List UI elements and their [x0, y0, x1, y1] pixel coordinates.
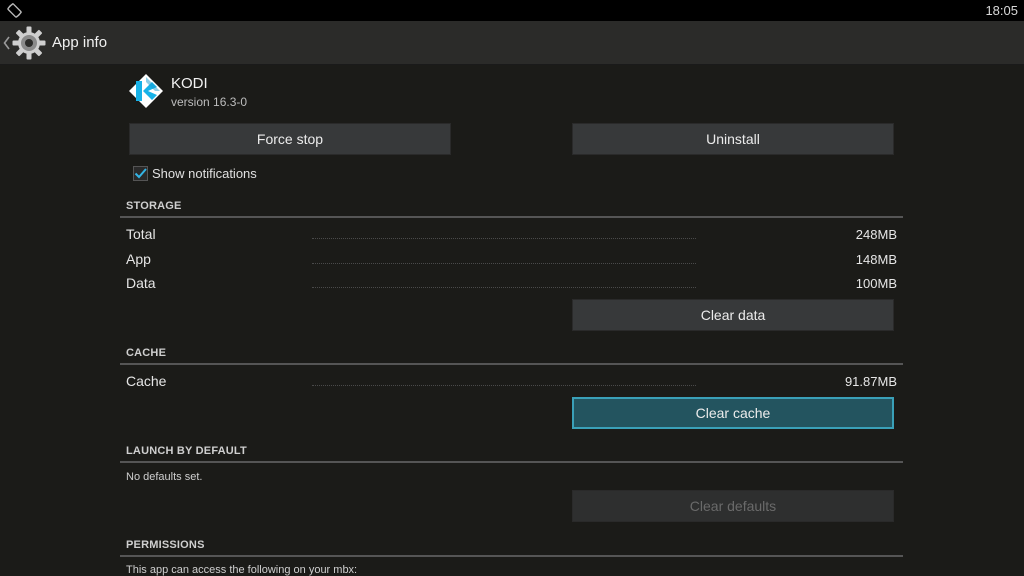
screen-rotation-icon	[7, 3, 22, 18]
app-version: version 16.3-0	[171, 95, 248, 109]
no-defaults-text: No defaults set.	[126, 471, 203, 483]
back-chevron-icon[interactable]	[2, 34, 11, 52]
launch-by-default-section-title: LAUNCH BY DEFAULT	[126, 445, 247, 457]
launch-by-default-divider	[120, 461, 903, 463]
dotted-leader	[312, 238, 696, 239]
cache-value: 91.87MB	[844, 374, 897, 389]
clear-defaults-button: Clear defaults	[572, 490, 894, 522]
clear-data-button[interactable]: Clear data	[572, 299, 894, 331]
show-notifications-label: Show notifications	[152, 166, 257, 181]
permissions-text: This app can access the following on you…	[126, 564, 358, 576]
page-title: App info	[52, 34, 108, 51]
force-stop-button[interactable]: Force stop	[129, 123, 451, 155]
app-name: KODI	[171, 75, 208, 92]
storage-total-label: Total	[126, 226, 156, 242]
permissions-section-title: PERMISSIONS	[126, 539, 205, 551]
dotted-leader	[312, 287, 696, 288]
uninstall-button[interactable]: Uninstall	[572, 123, 894, 155]
dotted-leader	[312, 263, 696, 264]
clock: 18:05	[985, 3, 1018, 18]
dotted-leader	[312, 385, 696, 386]
action-bar: App info	[0, 21, 1024, 65]
cache-section-title: CACHE	[126, 347, 167, 359]
checkmark-icon[interactable]	[133, 166, 148, 181]
permissions-divider	[120, 555, 903, 557]
storage-data-value: 100MB	[855, 276, 897, 291]
cache-label: Cache	[126, 373, 167, 389]
settings-gear-icon[interactable]	[11, 25, 47, 61]
storage-section-title: STORAGE	[126, 200, 182, 212]
storage-total-value: 248MB	[855, 227, 897, 242]
cache-divider	[120, 363, 903, 365]
status-bar: 18:05	[0, 0, 1024, 21]
kodi-logo-icon	[129, 74, 163, 108]
storage-data-label: Data	[126, 275, 156, 291]
clear-cache-button[interactable]: Clear cache	[572, 397, 894, 429]
storage-app-value: 148MB	[855, 252, 897, 267]
storage-divider	[120, 216, 903, 218]
storage-app-label: App	[126, 251, 151, 267]
